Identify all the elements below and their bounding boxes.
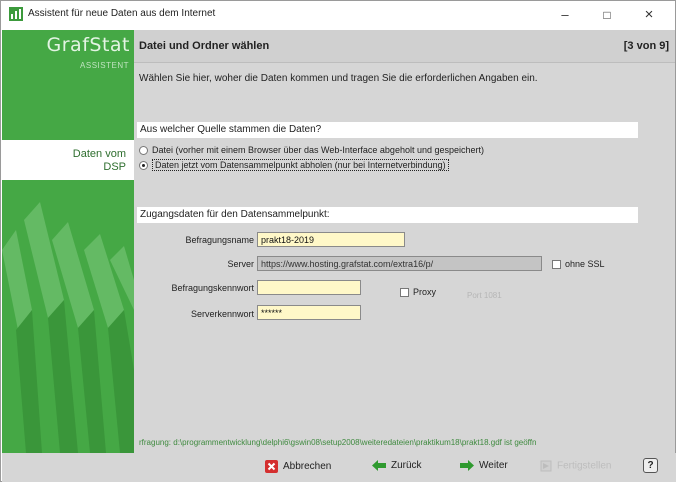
cancel-icon (265, 460, 278, 473)
survey-password-label: Befragungskennwort (171, 283, 254, 293)
step-header: Datei und Ordner wählen [3 von 9] (134, 30, 675, 63)
survey-name-input[interactable]: prakt18-2019 (257, 232, 405, 247)
proxy-box[interactable] (400, 288, 409, 298)
maximize-button[interactable]: □ (591, 5, 623, 25)
radio-option-file[interactable]: Datei (vorher mit einem Browser über das… (139, 145, 484, 156)
help-icon: ? (643, 458, 658, 473)
brand-subtitle: ASSISTENT (80, 61, 129, 70)
radio-label-dsp: Daten jetzt vom Datensammelpunkt abholen… (152, 159, 449, 171)
close-button[interactable]: × (633, 5, 665, 25)
radio-button-dsp[interactable] (139, 161, 148, 171)
source-heading-label: Aus welcher Quelle stammen die Daten? (140, 124, 322, 135)
arrow-left-icon (372, 460, 386, 471)
minimize-button[interactable]: – (549, 5, 581, 25)
proxy-label: Proxy (413, 287, 437, 297)
button-bar: Abbrechen Zurück Weiter Fertigstellen ? (2, 453, 676, 482)
access-heading-label: Zugangsdaten für den Datensammelpunkt: (140, 209, 330, 220)
back-label: Zurück (391, 460, 422, 472)
server-label: Server (227, 259, 254, 269)
step-counter: [3 von 9] (623, 40, 669, 52)
wizard-window: Assistent für neue Daten aus dem Interne… (0, 0, 676, 482)
finish-button[interactable]: Fertigstellen (540, 460, 611, 472)
server-password-input[interactable]: ****** (257, 305, 361, 320)
radio-option-dsp[interactable]: Daten jetzt vom Datensammelpunkt abholen… (139, 159, 449, 171)
survey-password-input[interactable] (257, 280, 361, 295)
brand-logo: GrafStat (46, 34, 130, 56)
server-input[interactable]: https://www.hosting.grafstat.com/extra16… (257, 256, 542, 271)
source-section-heading: Aus welcher Quelle stammen die Daten? (137, 122, 638, 138)
wizard-content: Datei und Ordner wählen [3 von 9] Wählen… (134, 30, 675, 453)
help-button[interactable]: ? (643, 458, 658, 473)
finish-label: Fertigstellen (557, 460, 612, 472)
back-button[interactable]: Zurück (372, 460, 422, 471)
title-bar: Assistent für neue Daten aus dem Interne… (1, 1, 675, 28)
decorative-bars-graphic (2, 202, 134, 453)
next-button[interactable]: Weiter (460, 460, 508, 471)
window-title: Assistent für neue Daten aus dem Interne… (28, 8, 216, 19)
radio-button-file[interactable] (139, 146, 148, 156)
ohne-ssl-checkbox[interactable]: ohne SSL (552, 259, 605, 270)
arrow-right-icon (460, 460, 474, 471)
sidebar-item-label-line2: DSP (103, 161, 126, 173)
access-section-heading: Zugangsdaten für den Datensammelpunkt: (137, 207, 638, 223)
ohne-ssl-label: ohne SSL (565, 259, 605, 269)
next-label: Weiter (479, 460, 508, 472)
sidebar-item-daten-vom-dsp: Daten vom DSP (2, 140, 134, 180)
cancel-button[interactable]: Abbrechen (265, 460, 331, 473)
finish-icon (540, 460, 552, 472)
grafstat-app-icon (9, 7, 23, 21)
survey-name-label: Befragungsname (185, 235, 254, 245)
server-password-label: Serverkennwort (190, 309, 254, 319)
ohne-ssl-box[interactable] (552, 260, 561, 270)
proxy-checkbox[interactable]: Proxy (400, 287, 437, 298)
intro-text: Wählen Sie hier, woher die Daten kommen … (139, 73, 538, 84)
cancel-label: Abbrechen (283, 461, 332, 473)
wizard-sidebar: GrafStat ASSISTENT Daten vom DSP (2, 30, 134, 453)
proxy-port-label: Port 1081 (467, 291, 502, 300)
status-line: rfragung: d:\programmentwicklung\delphi6… (139, 438, 537, 447)
radio-label-file: Datei (vorher mit einem Browser über das… (152, 145, 484, 155)
sidebar-item-label-line1: Daten vom (72, 148, 126, 160)
step-title: Datei und Ordner wählen (139, 40, 270, 52)
